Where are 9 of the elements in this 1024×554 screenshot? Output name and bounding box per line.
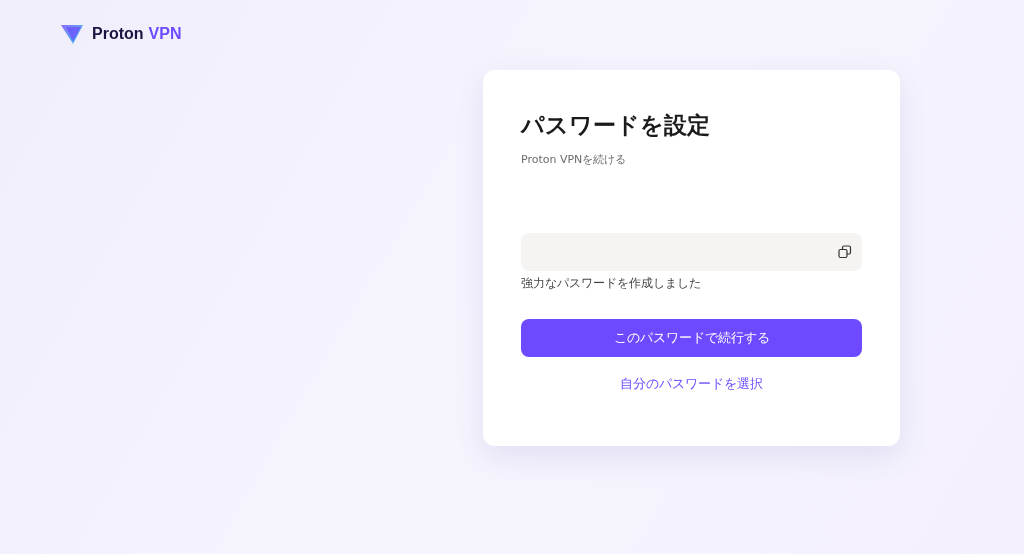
card-subtitle: Proton VPNを続ける: [521, 152, 628, 167]
password-field[interactable]: [521, 233, 862, 271]
continue-button[interactable]: このパスワードで続行する: [521, 319, 862, 357]
card-title: パスワードを設定: [521, 111, 711, 140]
logo-icon: [60, 23, 84, 45]
field-hint: 強力なパスワードを作成しました: [521, 275, 702, 291]
logo-text: Proton VPN: [92, 25, 182, 43]
choose-password-link[interactable]: 自分のパスワードを選択: [614, 374, 769, 394]
copy-button[interactable]: [836, 243, 854, 261]
